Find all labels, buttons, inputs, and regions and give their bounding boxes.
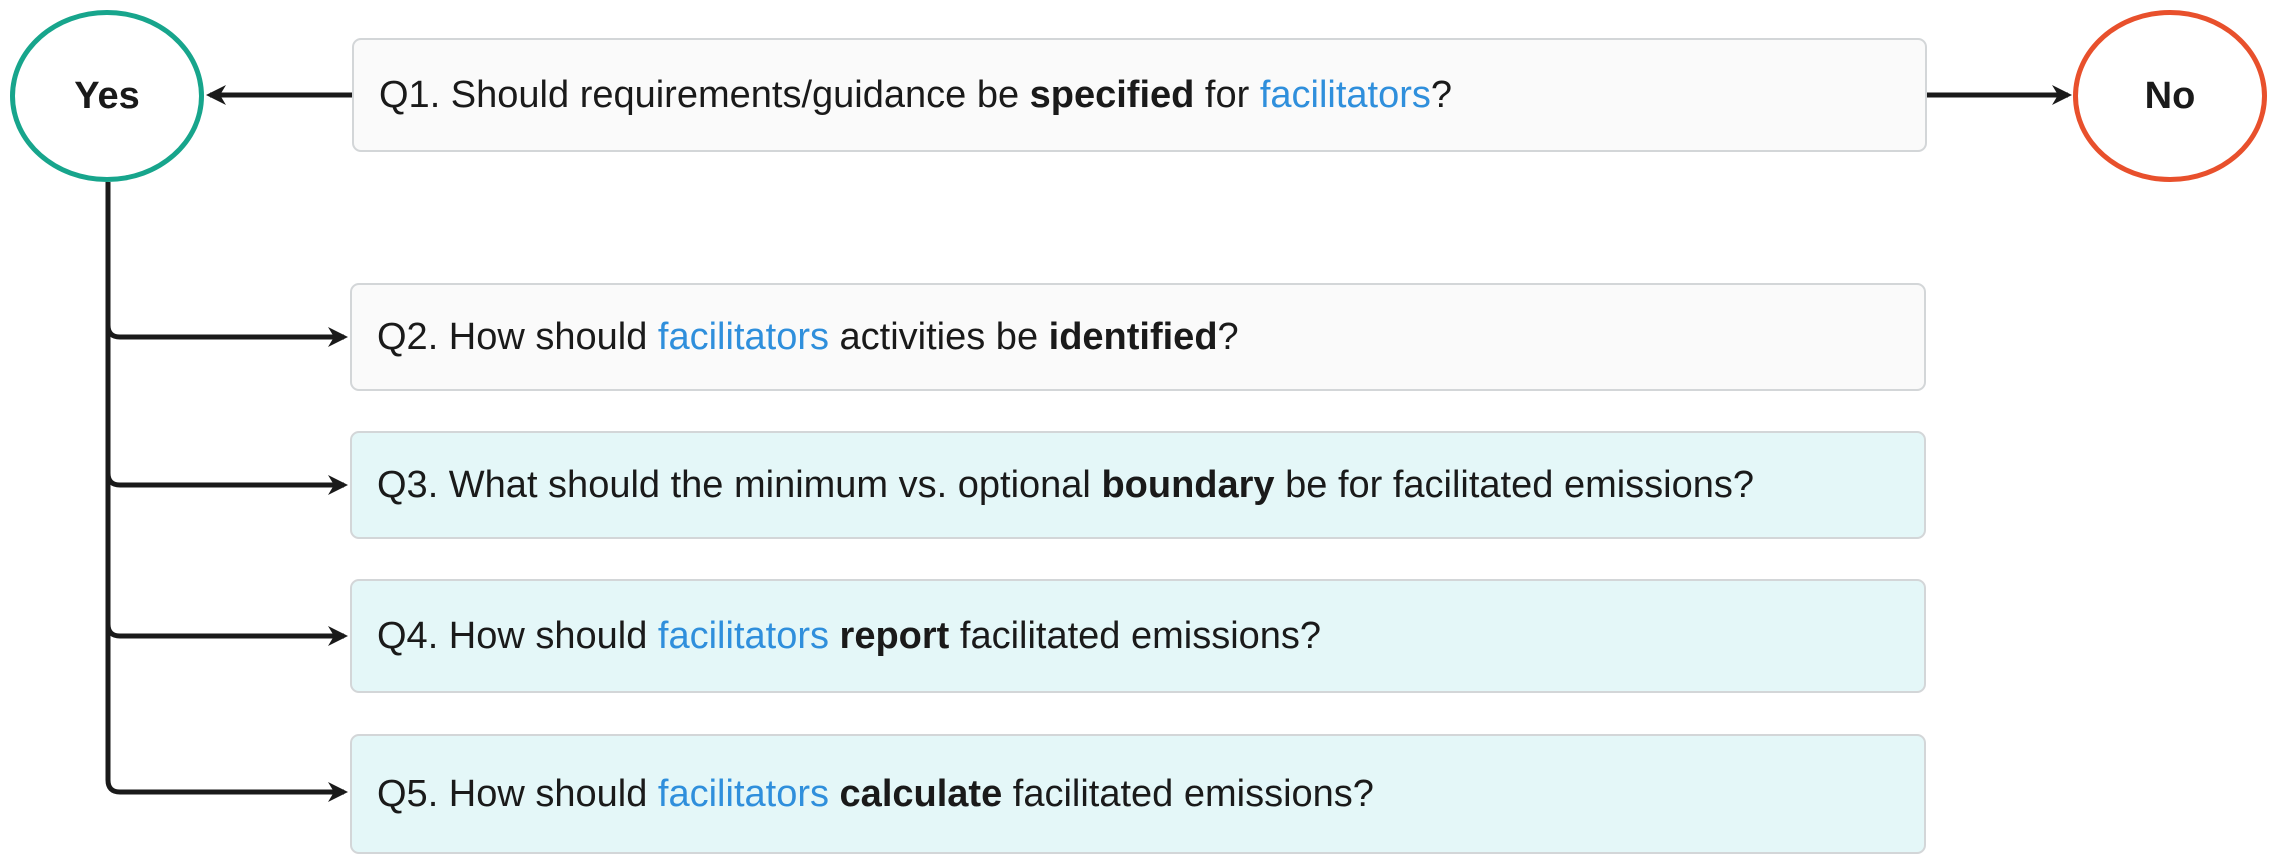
text-segment: How should xyxy=(438,772,658,815)
bold-keyword: calculate xyxy=(839,772,1003,815)
text-segment: How should xyxy=(438,614,658,657)
bold-keyword: boundary xyxy=(1101,463,1275,506)
text-segment: ? xyxy=(1217,315,1239,358)
arrow-yes-to-q2 xyxy=(105,324,348,347)
arrow-yes-to-q3 xyxy=(105,472,348,495)
question-text-q4: Q4. How should facilitators report facil… xyxy=(377,615,1321,658)
text-segment: How should xyxy=(438,315,658,358)
arrow-yes-to-q4 xyxy=(105,623,348,646)
bold-keyword: report xyxy=(839,614,950,657)
bold-keyword: identified xyxy=(1048,315,1218,358)
text-segment: facilitated emissions? xyxy=(1002,772,1374,815)
question-number: Q1. xyxy=(379,73,441,116)
no-label: No xyxy=(2144,74,2196,117)
question-text-q1: Q1. Should requirements/guidance be spec… xyxy=(379,74,1452,117)
highlighted-term: facilitators xyxy=(657,772,829,815)
text-segment: be for facilitated emissions? xyxy=(1274,463,1755,506)
text-segment xyxy=(829,615,840,657)
highlighted-term: facilitators xyxy=(657,315,829,358)
question-number: Q5. xyxy=(377,772,439,815)
question-box-q5: Q5. How should facilitators calculate fa… xyxy=(350,734,1926,854)
question-text-q5: Q5. How should facilitators calculate fa… xyxy=(377,773,1374,816)
text-segment: for xyxy=(1194,73,1260,116)
text-segment: activities be xyxy=(828,315,1049,358)
text-segment: Should requirements/guidance be xyxy=(440,73,1030,116)
question-number: Q2. xyxy=(377,315,439,358)
highlighted-term: facilitators xyxy=(1259,73,1431,116)
no-node: No xyxy=(2073,10,2267,182)
question-box-q4: Q4. How should facilitators report facil… xyxy=(350,579,1926,693)
highlighted-term: facilitators xyxy=(657,614,829,657)
text-segment: facilitated emissions? xyxy=(949,614,1322,657)
yes-node: Yes xyxy=(10,10,204,182)
question-box-q3: Q3. What should the minimum vs. optional… xyxy=(350,431,1926,539)
question-text-q2: Q2. How should facilitators activities b… xyxy=(377,316,1239,359)
text-segment: ? xyxy=(1430,73,1453,116)
question-text-q3: Q3. What should the minimum vs. optional… xyxy=(377,464,1754,507)
question-number: Q3. xyxy=(377,463,439,506)
text-segment: What should the minimum vs. optional xyxy=(438,463,1102,506)
question-box-q1: Q1. Should requirements/guidance be spec… xyxy=(352,38,1927,152)
question-box-q2: Q2. How should facilitators activities b… xyxy=(350,283,1926,391)
yes-label: Yes xyxy=(74,74,140,117)
text-segment xyxy=(829,773,840,815)
bold-keyword: specified xyxy=(1029,73,1195,116)
question-number: Q4. xyxy=(377,614,439,657)
